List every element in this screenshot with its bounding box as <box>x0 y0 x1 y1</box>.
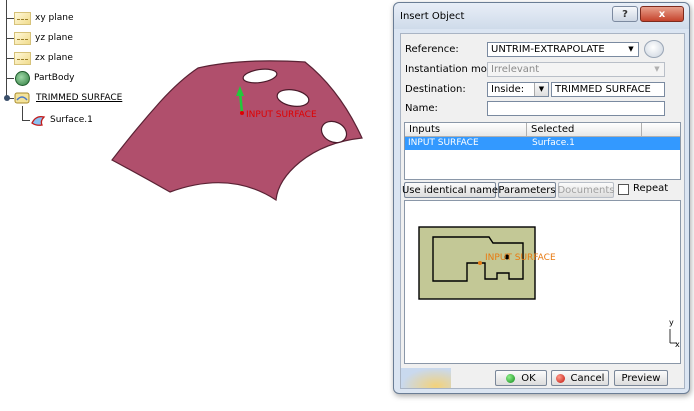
catia-logo-decoration <box>401 368 451 388</box>
tree-item-surface-1[interactable]: Surface.1 <box>30 112 93 128</box>
inputs-table-header: Inputs Selected <box>405 123 680 137</box>
tree-branch-line <box>6 38 14 39</box>
preview-panel: y x INPUT SURFACE <box>404 200 681 364</box>
chevron-down-icon: ▼ <box>534 83 548 96</box>
repeat-label: Repeat <box>633 183 669 194</box>
ok-label: OK <box>521 372 536 384</box>
ok-button[interactable]: OK <box>495 370 547 386</box>
tree-branch-line <box>6 78 14 79</box>
3d-viewport[interactable]: INPUT SURFACE <box>100 50 390 210</box>
cancel-icon <box>555 373 565 383</box>
tree-branch-line <box>22 106 23 120</box>
cancel-label: Cancel <box>570 372 605 384</box>
preview-input-label: INPUT SURFACE <box>485 253 556 263</box>
tree-branch-line <box>22 120 30 121</box>
surface-label: INPUT SURFACE <box>246 110 317 120</box>
tree-branch-line <box>6 58 14 59</box>
chevron-down-icon: ▼ <box>654 65 660 73</box>
cancel-button[interactable]: Cancel <box>551 370 609 386</box>
axis-x-label: x <box>675 340 680 349</box>
partbody-icon <box>15 70 30 86</box>
plane-icon <box>14 51 31 65</box>
instantiation-mode-select[interactable]: Irrelevant ▼ <box>487 62 665 77</box>
preview-sketch: y x <box>418 226 680 349</box>
documents-button[interactable]: Documents <box>557 182 615 198</box>
table-row[interactable]: INPUT SURFACE Surface.1 <box>405 137 680 150</box>
plane-icon <box>14 11 31 25</box>
tree-item-label: zx plane <box>35 53 73 63</box>
chevron-down-icon: ▼ <box>628 45 634 53</box>
tree-item-yz-plane[interactable]: yz plane <box>14 30 73 46</box>
reference-select[interactable]: UNTRIM-EXTRAPOLATE ▼ <box>487 42 639 57</box>
balloon-icon[interactable] <box>644 40 664 58</box>
trimmed-surface-icon <box>4 92 30 104</box>
parameters-button[interactable]: Parameters <box>498 182 556 198</box>
destination-label: Destination: <box>405 84 466 95</box>
name-label: Name: <box>405 103 438 114</box>
tree-branch-line <box>6 18 14 19</box>
name-field[interactable] <box>487 101 665 116</box>
close-button[interactable]: x <box>640 6 684 22</box>
destination-value: TRIMMED SURFACE <box>555 84 651 95</box>
destination-field[interactable]: TRIMMED SURFACE <box>551 82 665 97</box>
tree-item-label: PartBody <box>34 73 75 83</box>
reference-value: UNTRIM-EXTRAPOLATE <box>491 44 605 55</box>
tree-item-label: Surface.1 <box>50 115 93 125</box>
row-input: INPUT SURFACE <box>408 138 479 148</box>
tree-item-label: xy plane <box>35 13 74 23</box>
surface-geometry <box>111 60 363 202</box>
destination-mode-value: Inside: <box>491 84 525 95</box>
inputs-table[interactable]: Inputs Selected INPUT SURFACE Surface.1 <box>404 122 681 180</box>
preview-button[interactable]: Preview <box>614 370 668 386</box>
column-header-selected[interactable]: Selected <box>531 124 574 135</box>
tree-item-partbody[interactable]: PartBody <box>15 70 75 86</box>
tree-item-label: yz plane <box>35 33 73 43</box>
repeat-checkbox[interactable] <box>618 184 629 195</box>
dialog-footer: OK Cancel Preview <box>401 368 684 388</box>
axis-y-label: y <box>669 318 674 327</box>
use-identical-name-button[interactable]: Use identical name <box>402 182 498 198</box>
dialog-body: Reference: UNTRIM-EXTRAPOLATE ▼ Instanti… <box>400 33 685 389</box>
insert-object-dialog: Insert Object ? x Reference: UNTRIM-EXTR… <box>393 2 690 394</box>
dialog-titlebar[interactable]: Insert Object ? x <box>394 3 689 29</box>
tree-item-xy-plane[interactable]: xy plane <box>14 10 73 26</box>
column-header-inputs[interactable]: Inputs <box>409 124 440 135</box>
plane-icon <box>14 31 31 45</box>
instantiation-mode-value: Irrelevant <box>491 64 540 75</box>
destination-mode-select[interactable]: Inside: ▼ <box>487 82 549 97</box>
help-button[interactable]: ? <box>612 6 638 22</box>
tree-branch-line <box>6 0 7 98</box>
tree-item-zx-plane[interactable]: zx plane <box>14 50 73 66</box>
surface-icon <box>31 115 46 126</box>
reference-label: Reference: <box>405 44 459 55</box>
ok-icon <box>506 373 516 383</box>
row-selected: Surface.1 <box>532 138 575 148</box>
dialog-title: Insert Object <box>400 11 465 22</box>
